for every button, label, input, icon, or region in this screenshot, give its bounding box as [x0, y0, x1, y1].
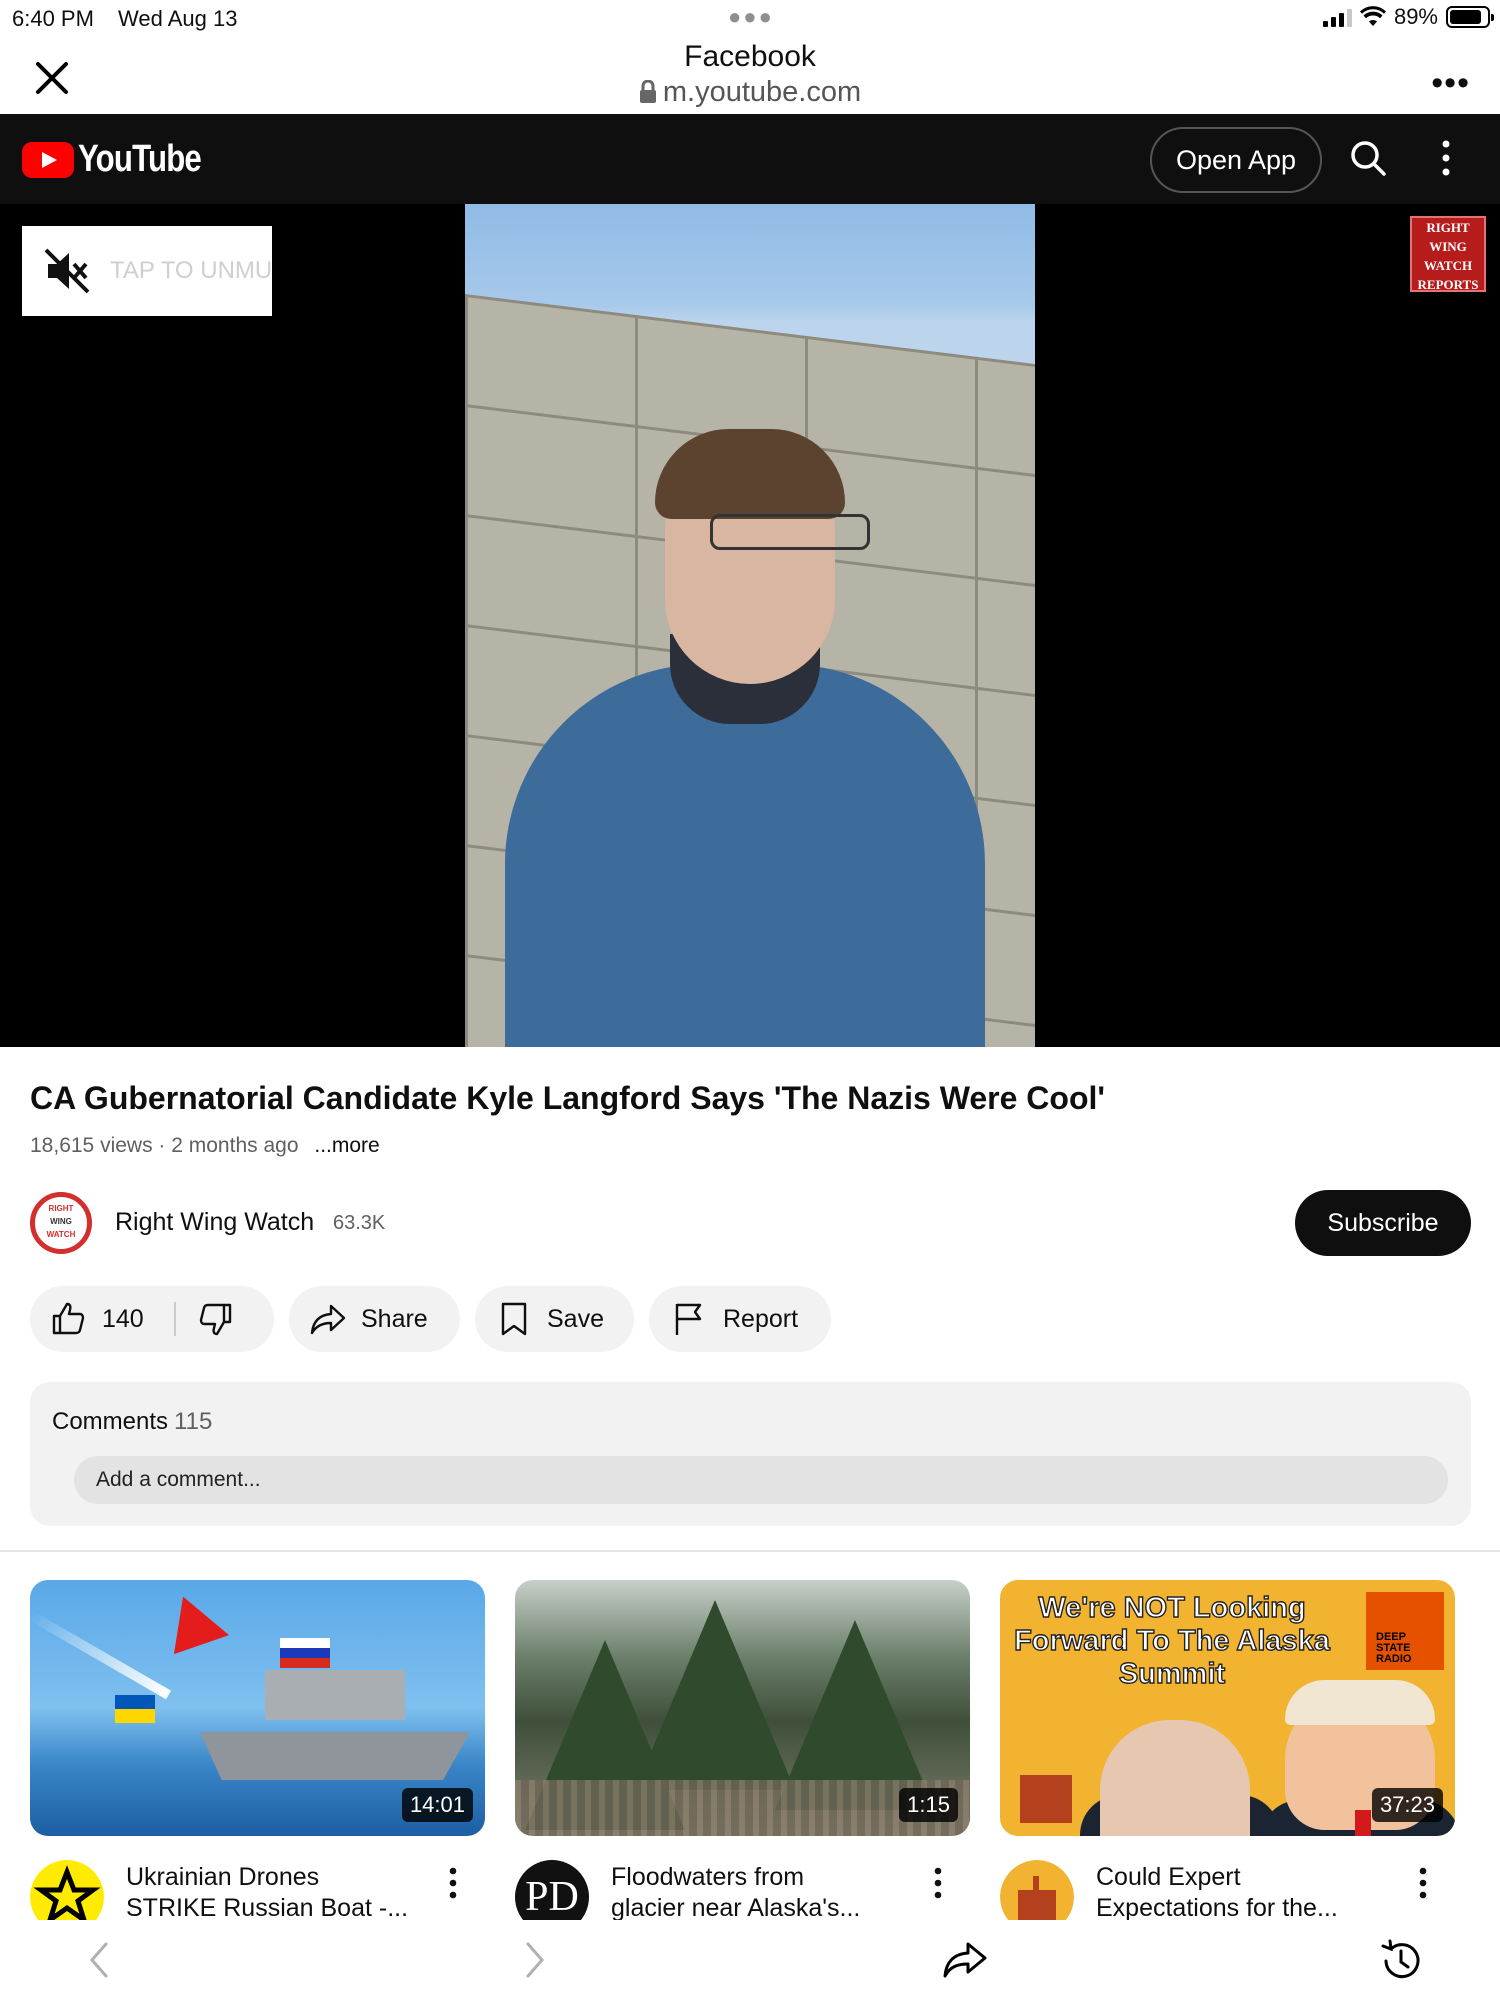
- open-app-button[interactable]: Open App: [1150, 127, 1322, 193]
- bookmark-icon: [501, 1302, 527, 1336]
- video-meta: 18,615 views · 2 months ago ...more: [30, 1134, 380, 1157]
- tap-to-unmute-label: TAP TO UNMUTE: [110, 257, 272, 284]
- channel-avatar[interactable]: PD: [515, 1860, 589, 1920]
- more-vertical-icon[interactable]: [448, 1866, 458, 1900]
- save-button[interactable]: Save: [475, 1286, 634, 1352]
- video-player[interactable]: TAP TO UNMUTE RIGHTWINGWATCHREPORTS: [0, 204, 1500, 1047]
- upload-age: 2 months ago: [171, 1134, 299, 1157]
- action-row: 140 Share Save Report: [30, 1286, 1470, 1352]
- site-title: Facebook: [684, 40, 816, 73]
- recommended-video-title[interactable]: Could Expert Expectations for the...: [1096, 1862, 1406, 1920]
- url-text: m.youtube.com: [662, 76, 862, 108]
- save-label: Save: [547, 1304, 604, 1333]
- chevron-left-icon[interactable]: [84, 1938, 114, 1982]
- comments-section[interactable]: Comments 115 Add a comment...: [30, 1382, 1471, 1526]
- youtube-wordmark: YouTube: [78, 138, 202, 180]
- video-thumbnail[interactable]: We're NOT Looking Forward To The Alaska Su…: [1000, 1580, 1455, 1836]
- share-icon[interactable]: [940, 1938, 990, 1982]
- video-duration: 37:23: [1371, 1788, 1443, 1822]
- network-logo: [1020, 1775, 1072, 1823]
- report-button[interactable]: Report: [649, 1286, 831, 1352]
- more-vertical-icon[interactable]: [933, 1866, 943, 1900]
- flag-icon: [675, 1303, 702, 1335]
- right-wing-watch-watermark: RIGHT WING WATCH REPORTS: [1410, 216, 1486, 292]
- more-vertical-icon[interactable]: [1440, 138, 1452, 178]
- youtube-play-icon: [22, 141, 74, 178]
- more-horizontal-icon[interactable]: •••: [1431, 64, 1470, 103]
- status-indicators: 89%: [1322, 4, 1494, 30]
- section-divider: [0, 1550, 1500, 1552]
- subscribe-button[interactable]: Subscribe: [1295, 1190, 1471, 1256]
- more-vertical-icon[interactable]: [1418, 1866, 1428, 1900]
- recommended-video-card[interactable]: 1:15 PD Floodwaters from glacier near Ala…: [515, 1580, 970, 1920]
- battery-icon: [1446, 6, 1494, 28]
- report-label: Report: [723, 1304, 799, 1333]
- thumb-up-icon[interactable]: [50, 1301, 86, 1337]
- share-icon: [310, 1304, 346, 1335]
- multitasking-dots[interactable]: ●●●: [728, 4, 774, 30]
- tap-to-unmute-button[interactable]: TAP TO UNMUTE: [22, 226, 272, 316]
- like-dislike-pill: 140: [30, 1286, 274, 1352]
- cellular-signal-icon: [1322, 7, 1352, 27]
- battery-percent: 89%: [1393, 4, 1438, 29]
- video-title: CA Gubernatorial Candidate Kyle Langford…: [30, 1080, 1105, 1116]
- video-frame: [465, 204, 1035, 1047]
- channel-row: RIGHT WING WATCH Right Wing Watch 63.3K Su…: [30, 1190, 1471, 1258]
- thumb-down-icon[interactable]: [198, 1301, 234, 1337]
- video-duration: 14:01: [401, 1788, 473, 1822]
- chevron-right-icon[interactable]: [520, 1938, 550, 1982]
- recommended-video-title[interactable]: Ukrainian Drones STRIKE Russian Boat -...: [126, 1862, 436, 1920]
- channel-avatar[interactable]: [30, 1860, 104, 1920]
- thumbnail-headline: We're NOT Looking Forward To The Alaska Su…: [1013, 1591, 1330, 1690]
- channel-avatar[interactable]: [1000, 1860, 1074, 1920]
- video-duration: 1:15: [899, 1788, 958, 1822]
- url-bar[interactable]: m.youtube.com: [0, 76, 1500, 109]
- channel-name[interactable]: Right Wing Watch: [115, 1208, 314, 1237]
- youtube-top-bar: YouTube Open App: [0, 114, 1500, 204]
- youtube-logo[interactable]: YouTube: [22, 138, 228, 181]
- comments-header: Comments 115: [52, 1408, 213, 1435]
- share-button[interactable]: Share: [289, 1286, 460, 1352]
- recommended-video-card[interactable]: 14:01 Ukrainian Drones STRIKE Russian Boa…: [30, 1580, 485, 1920]
- browser-toolbar: [0, 1920, 1500, 2000]
- view-count: 18,615 views: [30, 1134, 153, 1157]
- browser-header: Facebook m.youtube.com •••: [0, 38, 1500, 114]
- like-count[interactable]: 140: [102, 1305, 144, 1334]
- more-description-link[interactable]: ...more: [314, 1134, 379, 1157]
- status-bar: 6:40 PM Wed Aug 13 ●●● 89%: [0, 0, 1500, 38]
- lock-icon: [639, 79, 656, 103]
- video-thumbnail[interactable]: 14:01: [30, 1580, 485, 1836]
- deep-state-radio-badge: DEEP STATE RADIO: [1366, 1592, 1444, 1670]
- status-time: 6:40 PM: [12, 6, 94, 31]
- share-label: Share: [361, 1304, 428, 1333]
- recommended-video-card[interactable]: We're NOT Looking Forward To The Alaska Su…: [1000, 1580, 1455, 1920]
- recommended-video-title[interactable]: Floodwaters from glacier near Alaska's...: [611, 1862, 921, 1920]
- search-icon[interactable]: [1348, 138, 1388, 178]
- volume-off-icon: [44, 248, 90, 294]
- video-thumbnail[interactable]: 1:15: [515, 1580, 970, 1836]
- status-date: Wed Aug 13: [118, 6, 238, 31]
- channel-avatar[interactable]: RIGHT WING WATCH: [30, 1192, 92, 1254]
- subscriber-count: 63.3K: [333, 1212, 386, 1234]
- wifi-icon: [1359, 6, 1386, 26]
- comments-count: 115: [174, 1408, 213, 1435]
- add-comment-input[interactable]: Add a comment...: [74, 1456, 1448, 1504]
- history-icon[interactable]: [1378, 1938, 1424, 1984]
